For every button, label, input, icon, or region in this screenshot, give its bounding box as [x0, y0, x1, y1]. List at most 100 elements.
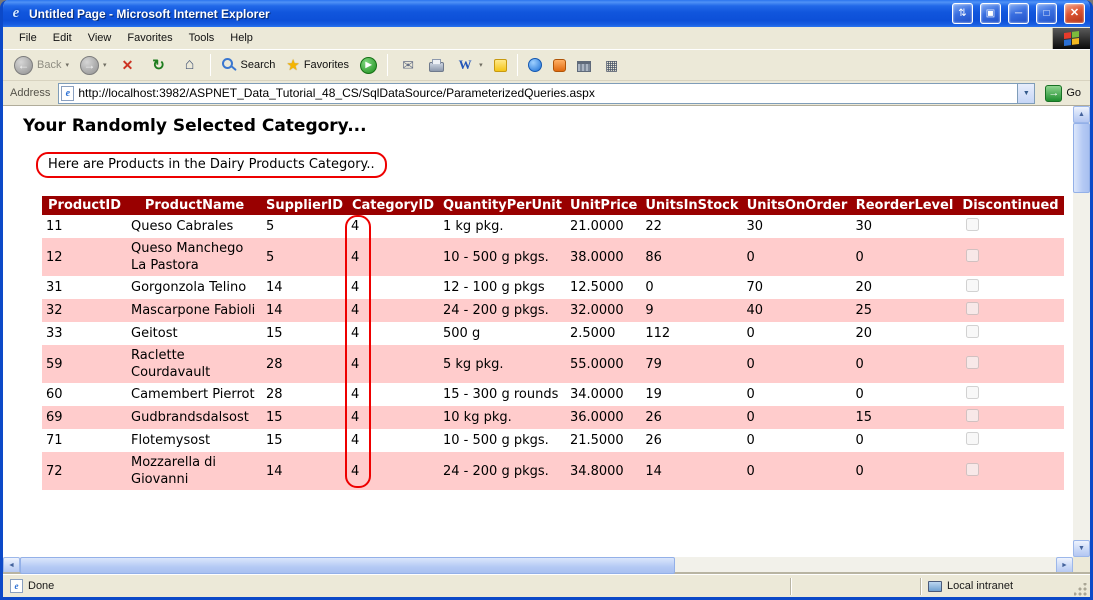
forward-dropdown-icon: ▾: [103, 61, 107, 69]
table-cell: 30: [852, 215, 958, 238]
table-cell: 22: [641, 215, 742, 238]
maximize-button[interactable]: □: [1036, 3, 1057, 24]
table-cell: 71: [42, 429, 127, 452]
print-button[interactable]: [424, 56, 449, 74]
search-button[interactable]: Search: [216, 56, 281, 74]
table-cell: 30: [743, 215, 852, 238]
resize-grip[interactable]: [1074, 583, 1088, 597]
table-cell: 9: [641, 299, 742, 322]
table-cell: 10 - 500 g pkgs.: [439, 429, 566, 452]
addon-orange-button[interactable]: [548, 57, 571, 74]
address-dropdown-button[interactable]: ▼: [1017, 84, 1034, 103]
refresh-button[interactable]: ↻: [144, 56, 174, 75]
table-cell: 59: [42, 345, 127, 383]
messenger-button[interactable]: [523, 56, 547, 74]
table-row: 11Queso Cabrales541 kg pkg.21.0000223030: [42, 215, 1064, 238]
messenger-icon: [528, 58, 542, 72]
table-cell: 0: [852, 429, 958, 452]
horizontal-scroll-track[interactable]: [20, 557, 1056, 574]
minimize-button[interactable]: ─: [1008, 3, 1029, 24]
go-button[interactable]: → Go: [1040, 84, 1086, 103]
table-cell: 86: [641, 238, 742, 276]
table-row: 31Gorgonzola Telino14412 - 100 g pkgs12.…: [42, 276, 1064, 299]
media-button[interactable]: ▶: [355, 55, 382, 76]
vertical-scrollbar[interactable]: ▲ ▼: [1073, 106, 1090, 557]
back-button[interactable]: ← Back ▾: [9, 54, 74, 77]
address-url[interactable]: http://localhost:3982/ASPNET_Data_Tutori…: [78, 86, 1017, 100]
forward-button[interactable]: → ▾: [75, 54, 112, 77]
table-cell: 4: [347, 452, 439, 490]
research-button[interactable]: [572, 57, 596, 74]
scroll-up-button[interactable]: ▲: [1073, 106, 1090, 123]
table-cell: Gorgonzola Telino: [127, 276, 262, 299]
menu-item-file[interactable]: File: [11, 28, 45, 48]
updown-button[interactable]: ⇅: [952, 3, 973, 24]
building-icon: [577, 61, 591, 72]
table-cell: 500 g: [439, 322, 566, 345]
go-arrow-icon: →: [1045, 85, 1062, 102]
discontinued-checkbox: [966, 432, 979, 445]
table-cell: 12.5000: [566, 276, 641, 299]
menu-item-view[interactable]: View: [80, 28, 120, 48]
table-cell-discontinued: [958, 345, 1064, 383]
scroll-down-button[interactable]: ▼: [1073, 540, 1090, 557]
table-row: 32Mascarpone Fabioli14424 - 200 g pkgs.3…: [42, 299, 1064, 322]
table-cell: 0: [743, 406, 852, 429]
address-input[interactable]: e http://localhost:3982/ASPNET_Data_Tuto…: [58, 83, 1035, 104]
table-cell: 19: [641, 383, 742, 406]
column-header-productname: ProductName: [127, 196, 262, 215]
discuss-note-icon: [494, 59, 507, 72]
close-button[interactable]: ✕: [1064, 3, 1085, 24]
restore-button[interactable]: ▣: [980, 3, 1001, 24]
search-icon: [222, 58, 233, 69]
table-cell: 69: [42, 406, 127, 429]
vertical-scroll-thumb[interactable]: [1073, 123, 1090, 193]
table-cell: 72: [42, 452, 127, 490]
table-cell: 11: [42, 215, 127, 238]
scroll-right-button[interactable]: ►: [1056, 557, 1073, 574]
scrollbar-corner: [1073, 557, 1090, 574]
table-cell: 15: [262, 322, 347, 345]
discontinued-checkbox: [966, 325, 979, 338]
browser-window: e Untitled Page - Microsoft Internet Exp…: [0, 0, 1093, 600]
table-cell: 38.0000: [566, 238, 641, 276]
table-cell: 25: [852, 299, 958, 322]
ie-logo-icon: e: [8, 5, 24, 22]
table-cell: 0: [743, 322, 852, 345]
column-header-supplierid: SupplierID: [262, 196, 347, 215]
home-button[interactable]: ⌂: [175, 55, 205, 75]
menu-item-edit[interactable]: Edit: [45, 28, 80, 48]
security-zone-label: Local intranet: [947, 580, 1013, 592]
menu-item-favorites[interactable]: Favorites: [119, 28, 180, 48]
stop-icon: ✕: [118, 58, 138, 72]
favorites-button[interactable]: ★ Favorites: [281, 54, 354, 76]
addon-grid-button[interactable]: ▦: [597, 56, 627, 74]
word-icon: W: [455, 57, 475, 73]
table-cell: 10 - 500 g pkgs.: [439, 238, 566, 276]
page-icon: e: [61, 86, 74, 101]
table-cell: 14: [262, 276, 347, 299]
horizontal-scrollbar[interactable]: ◄ ►: [3, 557, 1073, 574]
edit-button[interactable]: W ▾: [450, 55, 488, 75]
menu-item-help[interactable]: Help: [222, 28, 261, 48]
horizontal-scroll-thumb[interactable]: [20, 557, 675, 574]
table-cell: 0: [852, 452, 958, 490]
table-cell-discontinued: [958, 429, 1064, 452]
table-cell: 20: [852, 276, 958, 299]
table-cell: 5: [262, 238, 347, 276]
discuss-button[interactable]: [489, 57, 512, 74]
orange-box-icon: [553, 59, 566, 72]
menu-item-tools[interactable]: Tools: [181, 28, 223, 48]
status-page-icon: e: [10, 579, 23, 593]
vertical-scroll-track[interactable]: [1073, 123, 1090, 540]
scroll-left-button[interactable]: ◄: [3, 557, 20, 574]
table-cell: 32.0000: [566, 299, 641, 322]
refresh-icon: ↻: [149, 58, 169, 73]
table-cell: 0: [743, 429, 852, 452]
table-cell: 28: [262, 345, 347, 383]
discontinued-checkbox: [966, 409, 979, 422]
table-cell: 4: [347, 299, 439, 322]
table-cell: 36.0000: [566, 406, 641, 429]
stop-button[interactable]: ✕: [113, 56, 143, 74]
mail-button[interactable]: ✉: [393, 56, 423, 74]
